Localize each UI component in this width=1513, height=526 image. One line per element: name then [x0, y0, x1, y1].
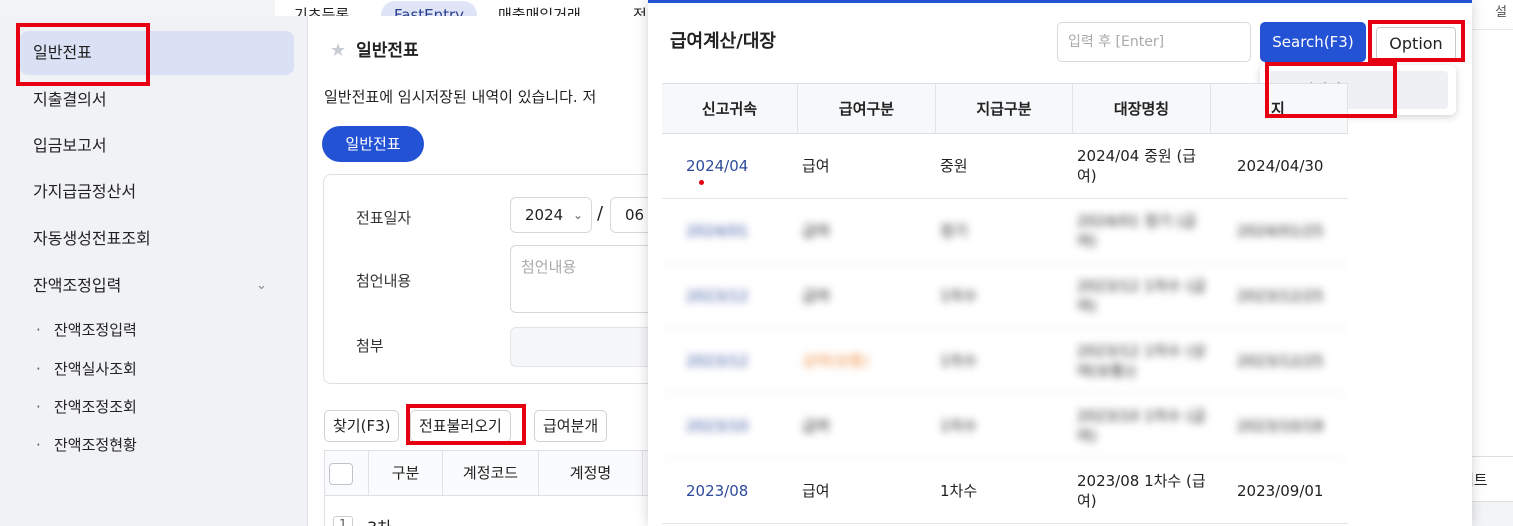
sidebar-subitem[interactable]: · 잔액조정현황	[36, 434, 137, 455]
attach-label: 첨부	[356, 337, 384, 355]
column-header[interactable]: 급여구분	[798, 84, 936, 134]
temp-save-notice: 일반전표에 임시저장된 내역이 있습니다. 저	[324, 88, 597, 106]
memo-textarea[interactable]: 첨언내용	[510, 245, 648, 313]
table-row[interactable]: 2023/12 급여 1차수 2023/12 1차수 (급여) 2023/12/…	[662, 264, 1348, 329]
chevron-down-icon[interactable]: ⌄	[256, 278, 267, 293]
select-all-checkbox[interactable]	[329, 463, 353, 485]
pay-date-cell: 2024/04/30	[1237, 157, 1324, 175]
main-content: ★ 일반전표 일반전표에 임시저장된 내역이 있습니다. 저 일반전표 전표일자 …	[308, 16, 648, 526]
pay-type-cell: 급여	[802, 417, 830, 435]
sidebar-subitem-label: 잔액실사조회	[54, 360, 137, 378]
column-header[interactable]: 신고귀속	[662, 84, 798, 134]
sidebar-subitem-label: 잔액조정입력	[54, 321, 137, 339]
chevron-down-icon: ⌄	[572, 208, 583, 222]
column-header[interactable]: 계정명	[539, 451, 643, 495]
period-cell[interactable]: 2023/12	[662, 264, 798, 328]
sidebar: 일반전표 지출결의서 입금보고서 가지급금정산서 자동생성전표조회 잔액조정입력…	[0, 16, 308, 526]
ledger-name-cell: 2023/10 1차수 (급여)	[1077, 407, 1206, 445]
star-icon[interactable]: ★	[330, 40, 346, 61]
payment-kind-cell: 1차수	[940, 287, 978, 305]
ledger-name-cell: 2024/04 중원 (급여)	[1077, 147, 1197, 185]
memo-label: 첨언내용	[356, 272, 412, 290]
table-row[interactable]: 1 3차	[324, 496, 648, 526]
payment-kind-cell: 1차수	[940, 482, 978, 500]
period-cell[interactable]: 2024/04	[662, 134, 798, 198]
ledger-table: 신고귀속 급여구분 지급구분 대장명칭 지 2024/04 급여 중원 2024…	[662, 83, 1348, 526]
pay-type-cell: 급여	[802, 287, 830, 305]
topbar-edge-text[interactable]: 설	[1495, 1, 1507, 20]
payment-kind-cell: 정기	[940, 222, 968, 240]
bullet-icon: ·	[36, 436, 41, 454]
pay-type-cell: 상여(보통)	[802, 352, 869, 370]
voucher-grid-header: 구분 계정코드 계정명	[324, 450, 648, 496]
row-text: 3차	[367, 514, 392, 526]
general-voucher-button[interactable]: 일반전표	[322, 126, 424, 162]
period-cell[interactable]: 2023/10	[662, 394, 798, 458]
sidebar-subitem[interactable]: · 잔액조정조회	[36, 396, 137, 417]
status-dot	[699, 180, 704, 185]
search-input[interactable]: 입력 후 [Enter]	[1057, 22, 1251, 62]
period-cell[interactable]: 2023/08	[662, 459, 798, 523]
row-number: 1	[333, 516, 353, 526]
sidebar-item-balance-adjust[interactable]: 잔액조정입력	[20, 264, 294, 308]
pay-date-cell: 2023/09/01	[1237, 482, 1324, 500]
pay-date-cell: 2023/12/25	[1237, 287, 1324, 305]
bullet-icon: ·	[36, 398, 41, 416]
page-title: ★ 일반전표	[330, 36, 419, 61]
table-row[interactable]: 2024/01 급여 정기 2024/01 정기 (급여) 2024/01/25	[662, 199, 1348, 264]
column-header[interactable]: 계정코드	[443, 451, 539, 495]
column-header[interactable]: 구분	[369, 451, 443, 495]
sidebar-item-expense-report[interactable]: 지출결의서	[20, 78, 294, 122]
table-row[interactable]: 2023/08 급여 1차수 2023/08 1차수 (급여) 2023/09/…	[662, 459, 1348, 524]
sidebar-subitem[interactable]: · 잔액조정입력	[36, 319, 137, 340]
table-row[interactable]: 2023/12 상여(보통) 1차수 2023/12 1차수 (상여(보통)) …	[662, 329, 1348, 394]
payroll-entry-button[interactable]: 급여분개	[534, 410, 608, 442]
year-value: 2024	[525, 206, 564, 224]
sidebar-subitem[interactable]: · 잔액실사조회	[36, 358, 137, 379]
sidebar-item-deposit-report[interactable]: 입금보고서	[20, 124, 294, 168]
option-button[interactable]: Option	[1376, 27, 1456, 61]
find-button[interactable]: 찾기(F3)	[324, 410, 400, 442]
table-row[interactable]: 2024/04 급여 중원 2024/04 중원 (급여) 2024/04/30	[662, 134, 1348, 199]
ledger-name-cell: 2024/01 정기 (급여)	[1077, 212, 1197, 250]
select-all-cell	[325, 451, 369, 495]
load-voucher-button[interactable]: 전표불러오기	[410, 410, 511, 442]
search-button[interactable]: Search(F3)	[1260, 22, 1366, 62]
sidebar-subitem-label: 잔액조정현황	[54, 436, 137, 454]
ledger-name-cell: 2023/12 1차수 (상여(보통))	[1077, 342, 1206, 380]
column-header[interactable]: 지급구분	[936, 84, 1073, 134]
sidebar-item-auto-voucher[interactable]: 자동생성전표조회	[20, 217, 294, 261]
period-cell[interactable]: 2023/12	[662, 329, 798, 393]
pay-date-cell: 2024/01/25	[1237, 222, 1324, 240]
payment-kind-cell: 1차수	[940, 417, 978, 435]
period-cell[interactable]: 2024/01	[662, 199, 798, 263]
column-header[interactable]: 대장명칭	[1073, 84, 1211, 134]
ledger-name-cell: 2023/12 1차수 (급여)	[1077, 277, 1206, 315]
table-row[interactable]: 2023/10 급여 1차수 2023/10 1차수 (급여) 2023/10/…	[662, 394, 1348, 459]
pay-type-cell: 급여	[802, 157, 830, 175]
pay-date-cell: 2023/12/25	[1237, 352, 1324, 370]
sidebar-item-advance-settlement[interactable]: 가지급금정산서	[20, 170, 294, 214]
payment-kind-cell: 1차수	[940, 352, 978, 370]
payroll-ledger-popup: 급여계산/대장 입력 후 [Enter] Search(F3) Option 분…	[648, 0, 1472, 526]
pay-date-cell: 2023/10/18	[1237, 417, 1324, 435]
payment-kind-cell: 중원	[940, 157, 968, 175]
attach-field[interactable]	[510, 327, 648, 367]
page-title-text: 일반전표	[356, 41, 419, 61]
year-select[interactable]: 2024 ⌄	[510, 197, 592, 233]
date-label: 전표일자	[356, 209, 412, 227]
bullet-icon: ·	[36, 321, 41, 339]
column-header[interactable]: 지	[1211, 84, 1348, 134]
ledger-name-cell: 2023/08 1차수 (급여)	[1077, 472, 1206, 510]
pay-type-cell: 급여	[802, 482, 830, 500]
bullet-icon: ·	[36, 360, 41, 378]
sidebar-item-general-voucher[interactable]: 일반전표	[20, 31, 294, 75]
popup-title: 급여계산/대장	[670, 31, 776, 52]
voucher-form: 전표일자 2024 ⌄ / 06 첨언내용 첨언내용 첨부	[323, 174, 648, 384]
date-separator: /	[597, 203, 604, 224]
sidebar-subitem-label: 잔액조정조회	[54, 398, 137, 416]
pay-type-cell: 급여	[802, 222, 830, 240]
month-select[interactable]: 06	[610, 197, 648, 233]
